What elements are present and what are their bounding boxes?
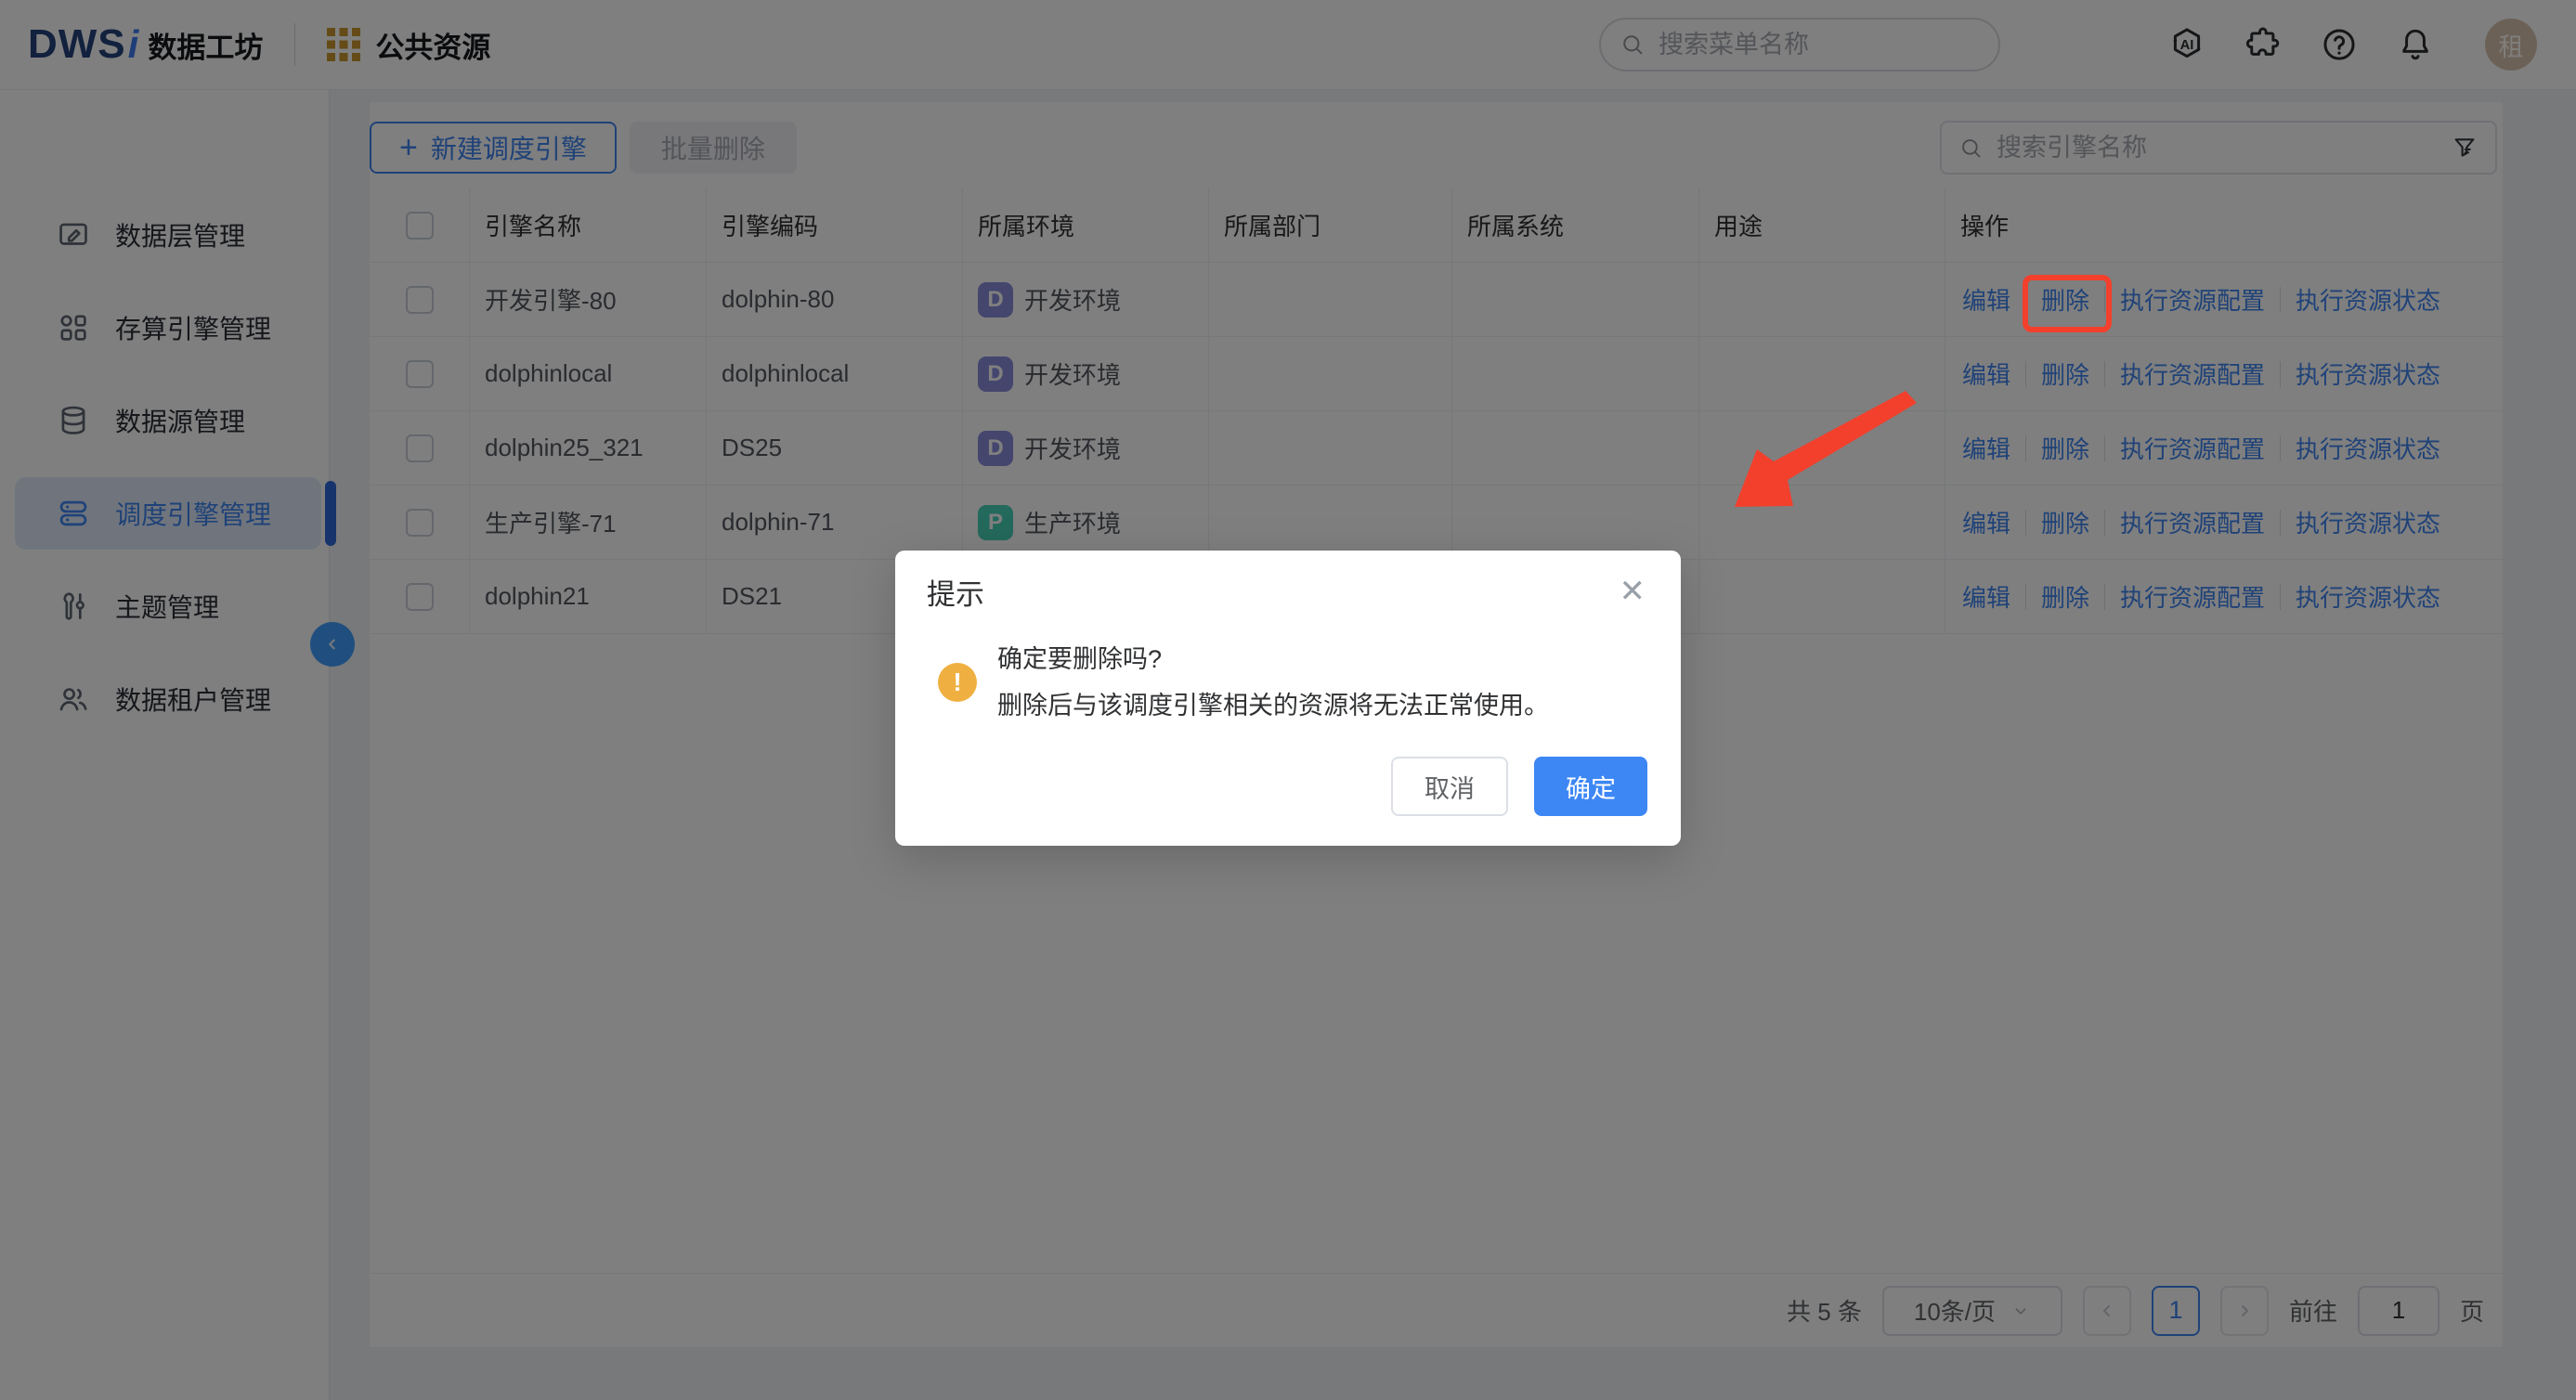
confirm-delete-modal: 提示 ✕ ! 确定要删除吗? 删除后与该调度引擎相关的资源将无法正常使用。 取消… xyxy=(895,551,1681,846)
modal-footer: 取消 确定 xyxy=(927,757,1647,816)
modal-body: ! 确定要删除吗? 删除后与该调度引擎相关的资源将无法正常使用。 xyxy=(927,642,1647,723)
app-root: DWS i 数据工坊 公共资源 AI xyxy=(0,0,2576,1400)
close-icon[interactable]: ✕ xyxy=(1614,575,1652,608)
modal-message: 确定要删除吗? 删除后与该调度引擎相关的资源将无法正常使用。 xyxy=(997,642,1549,723)
warning-icon: ! xyxy=(938,663,977,702)
modal-message-line1: 确定要删除吗? xyxy=(997,642,1549,677)
confirm-button[interactable]: 确定 xyxy=(1534,757,1647,816)
modal-title: 提示 xyxy=(927,577,1647,614)
modal-message-line2: 删除后与该调度引擎相关的资源将无法正常使用。 xyxy=(997,688,1549,723)
cancel-button[interactable]: 取消 xyxy=(1391,757,1508,816)
